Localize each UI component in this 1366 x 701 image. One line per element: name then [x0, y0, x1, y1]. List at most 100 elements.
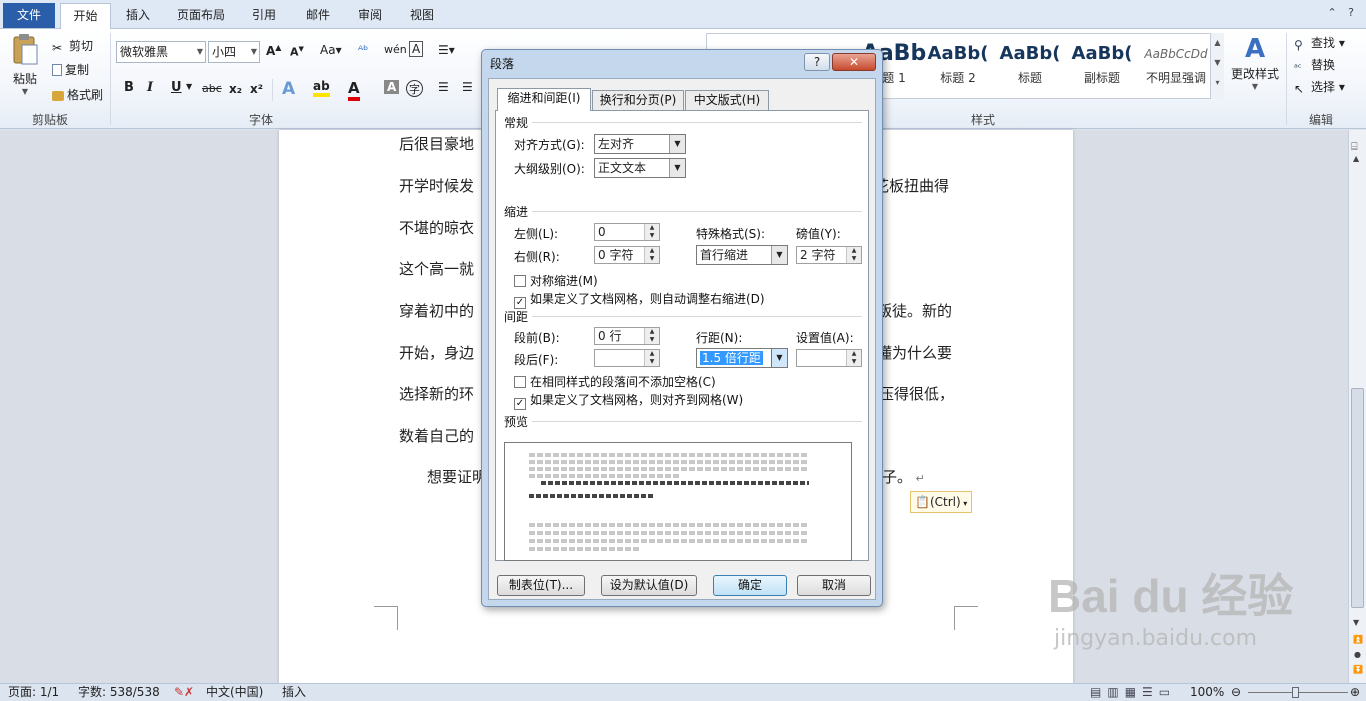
ruler-toggle-icon[interactable]: ⌸ — [1351, 140, 1358, 154]
proofing-icon[interactable]: ✎✗ — [174, 684, 194, 701]
text-effects-icon[interactable]: A — [282, 79, 295, 99]
draft-view-icon[interactable]: ▭ — [1159, 685, 1176, 699]
spin-up-icon[interactable]: ▲ — [645, 328, 659, 336]
highlight-icon[interactable]: ab — [313, 79, 330, 97]
select-button[interactable]: ↖ 选择 ▾ — [1294, 78, 1345, 96]
set-default-button[interactable]: 设为默认值(D) — [601, 575, 697, 596]
indent-by-spinner[interactable]: 2 字符 ▲ ▼ — [796, 246, 862, 264]
spin-up-icon[interactable]: ▲ — [847, 247, 861, 255]
status-insert-mode[interactable]: 插入 — [282, 684, 306, 701]
zoom-in-icon[interactable]: ⊕ — [1350, 684, 1360, 701]
font-size-combo[interactable]: 小四 ▼ — [208, 41, 260, 63]
zoom-slider-thumb[interactable] — [1292, 687, 1299, 698]
more-icon[interactable]: ▾ — [1211, 73, 1224, 93]
zoom-level[interactable]: 100% — [1190, 684, 1224, 701]
tab-page-layout[interactable]: 页面布局 — [170, 6, 232, 28]
scroll-up-icon[interactable]: ▲ — [1353, 154, 1359, 163]
spin-up-icon[interactable]: ▲ — [645, 350, 659, 358]
font-name-combo[interactable]: 微软雅黑 ▼ — [116, 41, 206, 63]
style-title[interactable]: AaBb( 标题 — [994, 35, 1066, 95]
mirror-indents-checkbox[interactable]: 对称缩进(M) — [514, 272, 598, 289]
spin-down-icon[interactable]: ▼ — [847, 358, 861, 366]
bullets-icon[interactable]: ☰▾ — [438, 43, 455, 57]
close-button[interactable]: ✕ — [832, 53, 876, 71]
bold-button[interactable]: B — [124, 80, 134, 95]
space-before-spinner[interactable]: 0 行 ▲ ▼ — [594, 327, 660, 345]
align-left-icon[interactable]: ☰ — [438, 80, 449, 94]
full-screen-view-icon[interactable]: ▥ — [1107, 685, 1124, 699]
special-indent-select[interactable]: 首行缩进 ▼ — [696, 245, 788, 265]
chevron-down-icon[interactable]: ▼ — [1211, 53, 1224, 73]
tab-view[interactable]: 视图 — [402, 6, 442, 28]
shrink-font-icon[interactable]: A▼ — [290, 45, 304, 59]
char-border-icon[interactable]: A — [409, 41, 424, 57]
clear-format-icon[interactable]: ᴬᵇ — [358, 43, 368, 57]
checkbox-box[interactable] — [514, 275, 526, 287]
underline-button[interactable]: U — [171, 80, 182, 95]
paste-options-button[interactable]: 📋(Ctrl) ▾ — [910, 491, 972, 513]
spin-down-icon[interactable]: ▼ — [645, 232, 659, 240]
spin-up-icon[interactable]: ▲ — [645, 224, 659, 232]
outline-level-select[interactable]: 正文文本 ▼ — [594, 158, 686, 178]
strikethrough-button[interactable]: abc — [202, 82, 222, 95]
zoom-out-icon[interactable]: ⊖ — [1231, 684, 1241, 701]
italic-button[interactable]: I — [147, 80, 153, 95]
checkmark-icon[interactable]: ✓ — [514, 398, 526, 410]
tab-indents-spacing[interactable]: 缩进和间距(I) — [497, 88, 591, 111]
left-indent-spinner[interactable]: 0 ▲ ▼ — [594, 223, 660, 241]
spin-up-icon[interactable]: ▲ — [645, 247, 659, 255]
tab-mailings[interactable]: 邮件 — [298, 6, 338, 28]
help-button[interactable]: ? — [804, 53, 830, 71]
font-color-icon[interactable]: A — [348, 79, 360, 101]
checkbox-box[interactable] — [514, 376, 526, 388]
ribbon-collapse-icon[interactable]: ⌃ — [1327, 6, 1340, 19]
space-after-spinner[interactable]: ▲ ▼ — [594, 349, 660, 367]
phonetic-guide-icon[interactable]: wén — [384, 43, 407, 56]
right-indent-spinner[interactable]: 0 字符 ▲ ▼ — [594, 246, 660, 264]
browse-object-icon[interactable]: ● — [1354, 650, 1361, 659]
tab-references[interactable]: 引用 — [244, 6, 284, 28]
format-painter-button[interactable]: 格式刷 — [52, 86, 103, 103]
styles-scroll[interactable]: ▲ ▼ ▾ — [1210, 33, 1224, 99]
prev-page-icon[interactable]: ⏫ — [1353, 635, 1363, 644]
subscript-button[interactable]: x₂ — [229, 82, 242, 96]
vertical-scrollbar[interactable]: ⌸ ▲ ▼ ⏫ ● ⏬ — [1348, 130, 1366, 683]
tab-line-page-breaks[interactable]: 换行和分页(P) — [592, 90, 684, 110]
enclose-char-icon[interactable]: 字 — [406, 80, 423, 97]
char-shading-icon[interactable]: A — [384, 80, 400, 94]
align-center-icon[interactable]: ☰ — [462, 80, 473, 94]
scroll-thumb[interactable] — [1351, 388, 1364, 608]
tab-home[interactable]: 开始 — [60, 3, 111, 30]
scroll-down-icon[interactable]: ▼ — [1353, 618, 1359, 627]
style-heading-2[interactable]: AaBb( 标题 2 — [922, 35, 994, 95]
web-layout-view-icon[interactable]: ▦ — [1125, 685, 1142, 699]
line-spacing-select[interactable]: 1.5 倍行距 ▼ — [696, 348, 788, 368]
status-word-count[interactable]: 字数: 538/538 — [78, 684, 160, 701]
tab-asian-typography[interactable]: 中文版式(H) — [685, 90, 769, 110]
spin-down-icon[interactable]: ▼ — [645, 336, 659, 344]
spin-down-icon[interactable]: ▼ — [847, 255, 861, 263]
help-icon[interactable]: ? — [1348, 6, 1358, 19]
copy-button[interactable]: 复制 — [52, 61, 89, 78]
snap-to-grid-checkbox[interactable]: ✓ 如果定义了文档网格，则对齐到网格(W) — [514, 391, 743, 410]
status-language[interactable]: 中文(中国) — [206, 684, 263, 701]
line-spacing-at-spinner[interactable]: ▲ ▼ — [796, 349, 862, 367]
change-case-icon[interactable]: Aa▾ — [320, 43, 342, 57]
spin-down-icon[interactable]: ▼ — [645, 255, 659, 263]
tab-review[interactable]: 审阅 — [350, 6, 390, 28]
spin-down-icon[interactable]: ▼ — [645, 358, 659, 366]
chevron-up-icon[interactable]: ▲ — [1211, 33, 1224, 53]
chevron-down-icon[interactable]: ▼ — [186, 82, 192, 91]
ok-button[interactable]: 确定 — [713, 575, 787, 596]
cut-button[interactable]: ✂ 剪切 — [52, 37, 93, 55]
outline-view-icon[interactable]: ☰ — [1142, 685, 1159, 699]
next-page-icon[interactable]: ⏬ — [1353, 665, 1363, 674]
style-subtitle[interactable]: AaBb( 副标题 — [1066, 35, 1138, 95]
find-button[interactable]: ⚲ 查找 ▾ — [1294, 34, 1345, 52]
cancel-button[interactable]: 取消 — [797, 575, 871, 596]
paste-button[interactable]: 粘贴 ▼ — [8, 33, 42, 103]
grow-font-icon[interactable]: A▲ — [266, 43, 281, 58]
style-subtle-emphasis[interactable]: AaBbCcDd 不明显强调 — [1138, 35, 1214, 95]
change-styles-button[interactable]: A 更改样式 ▼ — [1228, 33, 1282, 103]
auto-adjust-indent-checkbox[interactable]: ✓ 如果定义了文档网格，则自动调整右缩进(D) — [514, 290, 765, 309]
